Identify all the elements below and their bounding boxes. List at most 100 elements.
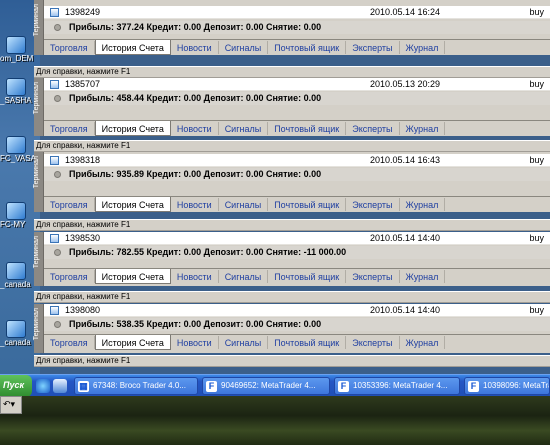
summary-text: Прибыль: 377.24 Кредит: 0.00 Депозит: 0.… <box>69 22 322 32</box>
summary-row: Прибыль: 377.24 Кредит: 0.00 Депозит: 0.… <box>44 21 550 34</box>
terminal-side-tab[interactable]: Терминал <box>33 232 44 286</box>
tab-signals[interactable]: Сигналы <box>219 198 269 211</box>
order-icon <box>50 8 59 17</box>
order-time: 2010.05.14 16:24 <box>370 7 441 17</box>
summary-row: Прибыль: 538.35 Кредит: 0.00 Депозит: 0.… <box>44 318 550 331</box>
order-time: 2010.05.14 16:43 <box>370 155 441 165</box>
app-icon: ▦ <box>78 381 89 392</box>
terminal-side-tab[interactable]: Терминал <box>33 0 44 55</box>
summary-text: Прибыль: 935.89 Кредит: 0.00 Депозит: 0.… <box>69 169 322 179</box>
tab-signals[interactable]: Сигналы <box>219 122 269 135</box>
terminal-side-tab[interactable]: Терминал <box>33 78 44 136</box>
tab-experts[interactable]: Эксперты <box>346 41 400 54</box>
status-bar: Для справки, нажмите F1 <box>34 219 550 231</box>
tab-journal[interactable]: Журнал <box>400 122 446 135</box>
terminal-side-tab[interactable]: Терминал <box>33 304 44 353</box>
tab-experts[interactable]: Эксперты <box>346 198 400 211</box>
tab-trade[interactable]: Торговля <box>44 41 95 54</box>
summary-row: Прибыль: 782.55 Кредит: 0.00 Депозит: 0.… <box>44 246 550 259</box>
summary-text: Прибыль: 458.44 Кредит: 0.00 Депозит: 0.… <box>69 93 322 103</box>
terminal-side-tab[interactable]: Терминал <box>33 152 44 212</box>
tab-mailbox[interactable]: Почтовый ящик <box>268 336 347 349</box>
tab-experts[interactable]: Эксперты <box>346 122 400 135</box>
tab-mailbox[interactable]: Почтовый ящик <box>268 41 347 54</box>
order-number: 1398530 <box>65 233 101 243</box>
tab-signals[interactable]: Сигналы <box>219 270 269 283</box>
desktop-icon-1[interactable]: om_DEM <box>0 36 36 63</box>
tab-trade[interactable]: Торговля <box>44 270 95 283</box>
desktop-icon-4[interactable]: FC-MY <box>0 202 36 229</box>
taskbar-button-4[interactable]: F 10398096: MetaTra <box>464 377 550 395</box>
order-time: 2010.05.14 14:40 <box>370 233 441 243</box>
table-row[interactable]: 1385707 2010.05.13 20:29 buy <box>44 78 550 91</box>
metatrader-icon: F <box>468 381 479 392</box>
tab-trade[interactable]: Торговля <box>44 198 95 211</box>
browser-icon[interactable] <box>36 379 50 393</box>
tab-history[interactable]: История Счета <box>94 269 171 284</box>
order-icon <box>50 156 59 165</box>
shortcut-icon <box>6 78 26 96</box>
terminal-panel-4: Терминал 1398530 2010.05.14 14:40 buy Приб… <box>33 232 550 286</box>
table-row[interactable]: 1398530 2010.05.14 14:40 buy <box>44 232 550 245</box>
desktop-icon-2[interactable]: _SASHA <box>0 78 36 105</box>
tab-experts[interactable]: Эксперты <box>346 270 400 283</box>
tab-history[interactable]: История Счета <box>94 335 171 350</box>
start-button[interactable]: Пуск <box>0 375 32 397</box>
table-row[interactable]: 1398318 2010.05.14 16:43 buy <box>44 154 550 167</box>
tab-mailbox[interactable]: Почтовый ящик <box>268 270 347 283</box>
summary-icon <box>54 95 61 102</box>
status-bar: Для справки, нажмите F1 <box>34 140 550 152</box>
order-time: 2010.05.13 20:29 <box>370 79 441 89</box>
summary-icon <box>54 249 61 256</box>
tab-mailbox[interactable]: Почтовый ящик <box>268 122 347 135</box>
tab-mailbox[interactable]: Почтовый ящик <box>268 198 347 211</box>
undo-icon[interactable]: ↶▾ <box>0 396 22 414</box>
tab-signals[interactable]: Сигналы <box>219 336 269 349</box>
tab-trade[interactable]: Торговля <box>44 336 95 349</box>
tab-bar: Торговля История Счета Новости Сигналы Почто… <box>44 120 550 136</box>
tab-experts[interactable]: Эксперты <box>346 336 400 349</box>
table-row[interactable]: 1398080 2010.05.14 14:40 buy <box>44 304 550 317</box>
order-type: buy <box>529 7 544 17</box>
tab-news[interactable]: Новости <box>171 41 219 54</box>
summary-icon <box>54 321 61 328</box>
summary-text: Прибыль: 782.55 Кредит: 0.00 Депозит: 0.… <box>69 247 347 257</box>
table-row[interactable]: 1398249 2010.05.14 16:24 buy <box>44 6 550 19</box>
desktop-icon-3[interactable]: FC_VASA <box>0 136 36 163</box>
order-number: 1385707 <box>65 79 101 89</box>
tab-journal[interactable]: Журнал <box>400 198 446 211</box>
terminal-panel-2: Терминал 1385707 2010.05.13 20:29 buy Приб… <box>33 78 550 136</box>
tab-history[interactable]: История Счета <box>94 197 171 212</box>
order-time: 2010.05.14 14:40 <box>370 305 441 315</box>
tab-history[interactable]: История Счета <box>94 40 171 55</box>
tab-trade[interactable]: Торговля <box>44 122 95 135</box>
explorer-icon[interactable] <box>53 379 67 393</box>
shortcut-icon <box>6 136 26 154</box>
tab-signals[interactable]: Сигналы <box>219 41 269 54</box>
tab-bar: Торговля История Счета Новости Сигналы Почто… <box>44 196 550 212</box>
terminal-panel-3: Терминал 1398318 2010.05.14 16:43 buy Приб… <box>33 152 550 212</box>
taskbar: Пуск ▦ 67348: Broco Trader 4.0... F 904696… <box>0 374 550 397</box>
desktop-icon-6[interactable]: _canada <box>0 320 36 347</box>
summary-icon <box>54 24 61 31</box>
taskbar-button-1[interactable]: ▦ 67348: Broco Trader 4.0... <box>74 377 198 395</box>
status-bar: Для справки, нажмите F1 <box>34 355 550 367</box>
desktop-icon-5[interactable]: _canada <box>0 262 36 289</box>
taskbar-button-2[interactable]: F 90469652: MetaTrader 4... <box>202 377 330 395</box>
tab-news[interactable]: Новости <box>171 122 219 135</box>
tab-history[interactable]: История Счета <box>94 121 171 136</box>
tab-news[interactable]: Новости <box>171 198 219 211</box>
order-icon <box>50 234 59 243</box>
wallpaper: ↶▾ <box>0 396 550 445</box>
taskbar-button-3[interactable]: F 10353396: MetaTrader 4... <box>334 377 460 395</box>
tab-news[interactable]: Новости <box>171 270 219 283</box>
terminal-panel-1: Терминал 1398249 2010.05.14 16:24 buy Приб… <box>33 0 550 55</box>
tab-journal[interactable]: Журнал <box>400 41 446 54</box>
taskbar-button-label: 10398096: MetaTra <box>483 381 550 390</box>
shortcut-icon <box>6 202 26 220</box>
taskbar-button-label: 67348: Broco Trader 4.0... <box>93 381 186 390</box>
tab-news[interactable]: Новости <box>171 336 219 349</box>
tab-journal[interactable]: Журнал <box>400 270 446 283</box>
tab-journal[interactable]: Журнал <box>400 336 446 349</box>
order-icon <box>50 80 59 89</box>
